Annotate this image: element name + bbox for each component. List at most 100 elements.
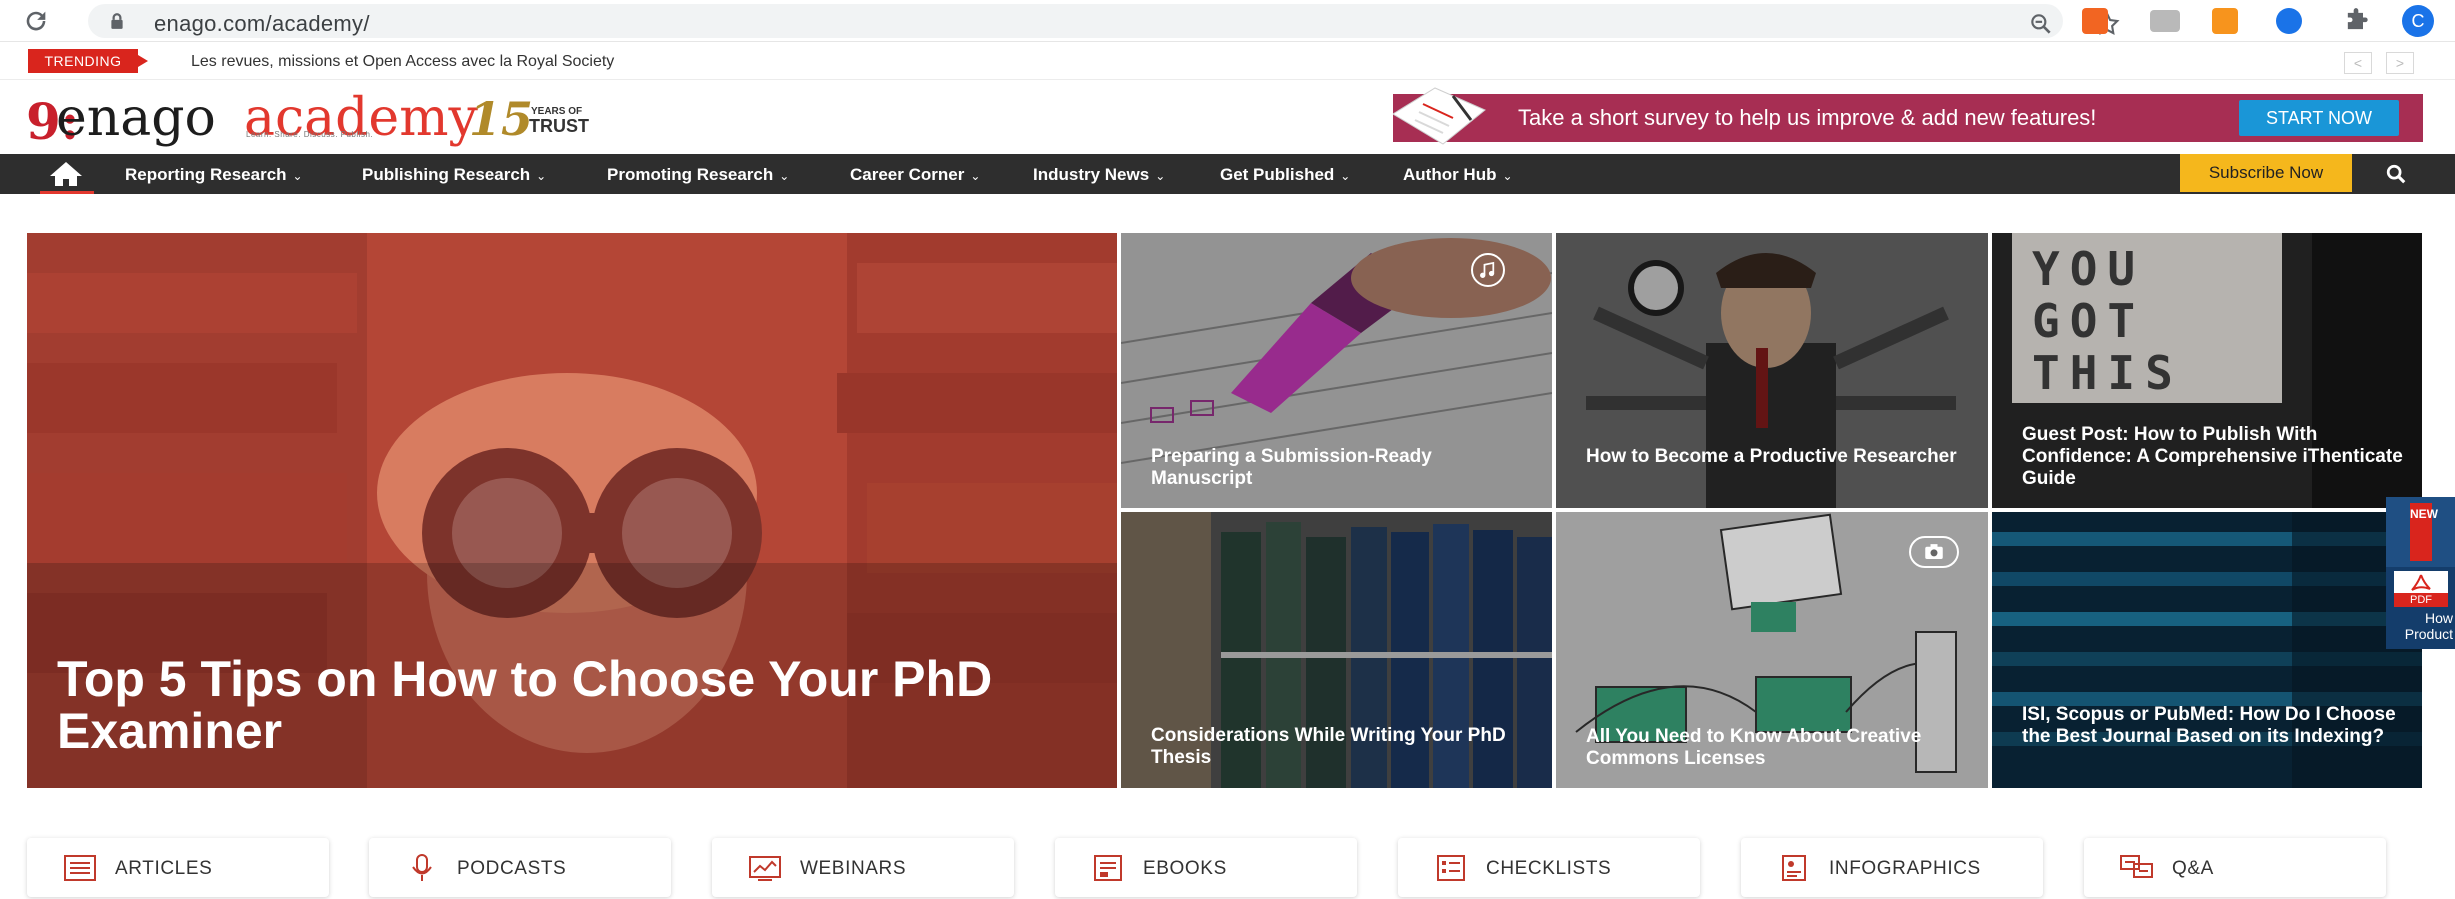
logo-tagline: Learn. Share. Discuss. Publish. [246, 130, 374, 139]
article-title[interactable]: Guest Post: How to Publish With Confiden… [2022, 424, 2412, 490]
subscribe-button[interactable]: Subscribe Now [2180, 154, 2352, 192]
trending-badge: TRENDING [28, 49, 148, 73]
category-label: ARTICLES [115, 858, 213, 879]
category-checklists[interactable]: CHECKLISTS [1398, 838, 1700, 897]
url-text[interactable]: enago.com/academy/ [154, 11, 370, 37]
article-title[interactable]: Considerations While Writing Your PhD Th… [1151, 725, 1541, 769]
image-text-line: THIS [2032, 346, 2183, 400]
microphone-icon [412, 854, 432, 881]
nav-label: Reporting Research [125, 165, 287, 184]
zoom-icon[interactable] [2028, 11, 2054, 37]
pdf-icon: PDF [2394, 571, 2448, 607]
category-label: Q&A [2172, 858, 2214, 879]
extension-orange-icon[interactable] [2212, 8, 2238, 34]
profile-avatar[interactable]: C [2402, 5, 2434, 37]
pdf-label: PDF [2394, 593, 2448, 607]
checklist-icon [1437, 855, 1465, 881]
image-text-line: YOU [2032, 242, 2146, 296]
site-logo[interactable]: 9: enago academy Learn. Share. Discuss. … [26, 88, 606, 151]
articles-icon [64, 855, 96, 881]
category-articles[interactable]: ARTICLES [27, 838, 329, 897]
category-label: INFOGRAPHICS [1829, 858, 1981, 879]
new-label: NEW [2410, 503, 2438, 561]
trending-next-button[interactable]: > [2386, 52, 2414, 74]
category-label: CHECKLISTS [1486, 858, 1612, 879]
nav-author-hub[interactable]: Author Hub ⌄ [1403, 165, 1513, 185]
article-title[interactable]: ISI, Scopus or PubMed: How Do I Choose t… [2022, 704, 2412, 748]
floating-product-widget[interactable]: NEW PDF How Product [2386, 497, 2455, 649]
chevron-down-icon: ⌄ [1502, 169, 1513, 183]
nav-get-published[interactable]: Get Published ⌄ [1220, 165, 1350, 185]
hero-title[interactable]: Top 5 Tips on How to Choose Your PhD Exa… [57, 653, 1017, 757]
category-label: PODCASTS [457, 858, 567, 879]
chevron-down-icon: ⌄ [292, 169, 303, 183]
category-label: WEBINARS [800, 858, 907, 879]
article-tile[interactable]: Considerations While Writing Your PhD Th… [1121, 512, 1552, 788]
article-tile[interactable]: Preparing a Submission-Ready Manuscript [1121, 233, 1552, 508]
nav-promoting-research[interactable]: Promoting Research ⌄ [607, 165, 789, 185]
article-title[interactable]: How to Become a Productive Researcher [1586, 446, 1966, 468]
trending-prev-button[interactable]: < [2344, 52, 2372, 74]
nav-label: Industry News [1033, 165, 1150, 184]
nav-label: Career Corner [850, 165, 965, 184]
featured-article-hero[interactable]: Top 5 Tips on How to Choose Your PhD Exa… [27, 233, 1117, 788]
chevron-down-icon: ⌄ [1340, 169, 1351, 183]
webinar-icon [749, 856, 781, 881]
address-bar[interactable]: enago.com/academy/ [88, 4, 2120, 38]
category-webinars[interactable]: WEBINARS [712, 838, 1014, 897]
camera-icon [1909, 536, 1959, 568]
logo-years-number: 15 [469, 92, 534, 146]
qa-icon [2120, 855, 2153, 878]
extension-hubspot-icon[interactable] [2082, 8, 2108, 34]
nav-label: Promoting Research [607, 165, 774, 184]
article-title[interactable]: All You Need to Know About Creative Comm… [1586, 726, 1976, 770]
reload-icon[interactable] [22, 7, 50, 35]
ebook-icon [1094, 855, 1122, 881]
nav-label: Publishing Research [362, 165, 531, 184]
image-text: YOU GOT THIS [2032, 243, 2183, 399]
logo-academy: academy [244, 88, 478, 148]
article-title[interactable]: Preparing a Submission-Ready Manuscript [1151, 446, 1531, 490]
extension-gray-icon[interactable] [2150, 10, 2180, 32]
category-podcasts[interactable]: PODCASTS [369, 838, 671, 897]
new-ribbon: NEW [2386, 497, 2455, 567]
pdf-logo-icon [2411, 574, 2431, 591]
logo-trust: TRUST [529, 116, 589, 136]
main-nav: Reporting Research ⌄ Publishing Research ⌄… [0, 154, 2455, 194]
home-icon[interactable] [48, 160, 84, 188]
lock-icon[interactable] [108, 12, 126, 30]
music-icon [1471, 253, 1505, 287]
image-text-line: GOT [2032, 294, 2146, 348]
puzzle-icon[interactable] [2342, 7, 2370, 35]
start-survey-button[interactable]: START NOW [2239, 100, 2399, 136]
browser-toolbar: enago.com/academy/ C [0, 0, 2455, 42]
article-tile[interactable]: YOU GOT THIS Guest Post: How to Publish … [1992, 233, 2422, 508]
chevron-down-icon: ⌄ [536, 169, 547, 183]
article-tile[interactable]: ISI, Scopus or PubMed: How Do I Choose t… [1992, 512, 2422, 788]
chevron-down-icon: ⌄ [970, 169, 981, 183]
trending-headline[interactable]: Les revues, missions et Open Access avec… [191, 53, 614, 71]
category-label: EBOOKS [1143, 858, 1227, 879]
chevron-down-icon: ⌄ [1155, 169, 1166, 183]
survey-document-icon [1393, 87, 1486, 145]
trending-bar: TRENDING Les revues, missions et Open Ac… [0, 44, 2455, 80]
home-active-indicator [40, 191, 94, 194]
article-tile[interactable]: All You Need to Know About Creative Comm… [1556, 512, 1988, 788]
nav-label: Get Published [1220, 165, 1335, 184]
nav-publishing-research[interactable]: Publishing Research ⌄ [362, 165, 546, 185]
search-icon[interactable] [2385, 163, 2407, 185]
chevron-down-icon: ⌄ [779, 169, 790, 183]
article-tile[interactable]: How to Become a Productive Researcher [1556, 233, 1988, 508]
nav-career-corner[interactable]: Career Corner ⌄ [850, 165, 980, 185]
category-infographics[interactable]: INFOGRAPHICS [1741, 838, 2043, 897]
logo-enago: enago [56, 88, 216, 148]
extension-blue-icon[interactable] [2276, 8, 2302, 34]
widget-text: How Product [2404, 610, 2453, 642]
category-ebooks[interactable]: EBOOKS [1055, 838, 1357, 897]
category-qa[interactable]: Q&A [2084, 838, 2386, 897]
nav-reporting-research[interactable]: Reporting Research ⌄ [125, 165, 303, 185]
survey-text: Take a short survey to help us improve &… [1518, 105, 2097, 130]
nav-industry-news[interactable]: Industry News ⌄ [1033, 165, 1165, 185]
survey-banner[interactable]: Take a short survey to help us improve &… [1393, 87, 2423, 145]
infographic-icon [1782, 855, 1806, 881]
